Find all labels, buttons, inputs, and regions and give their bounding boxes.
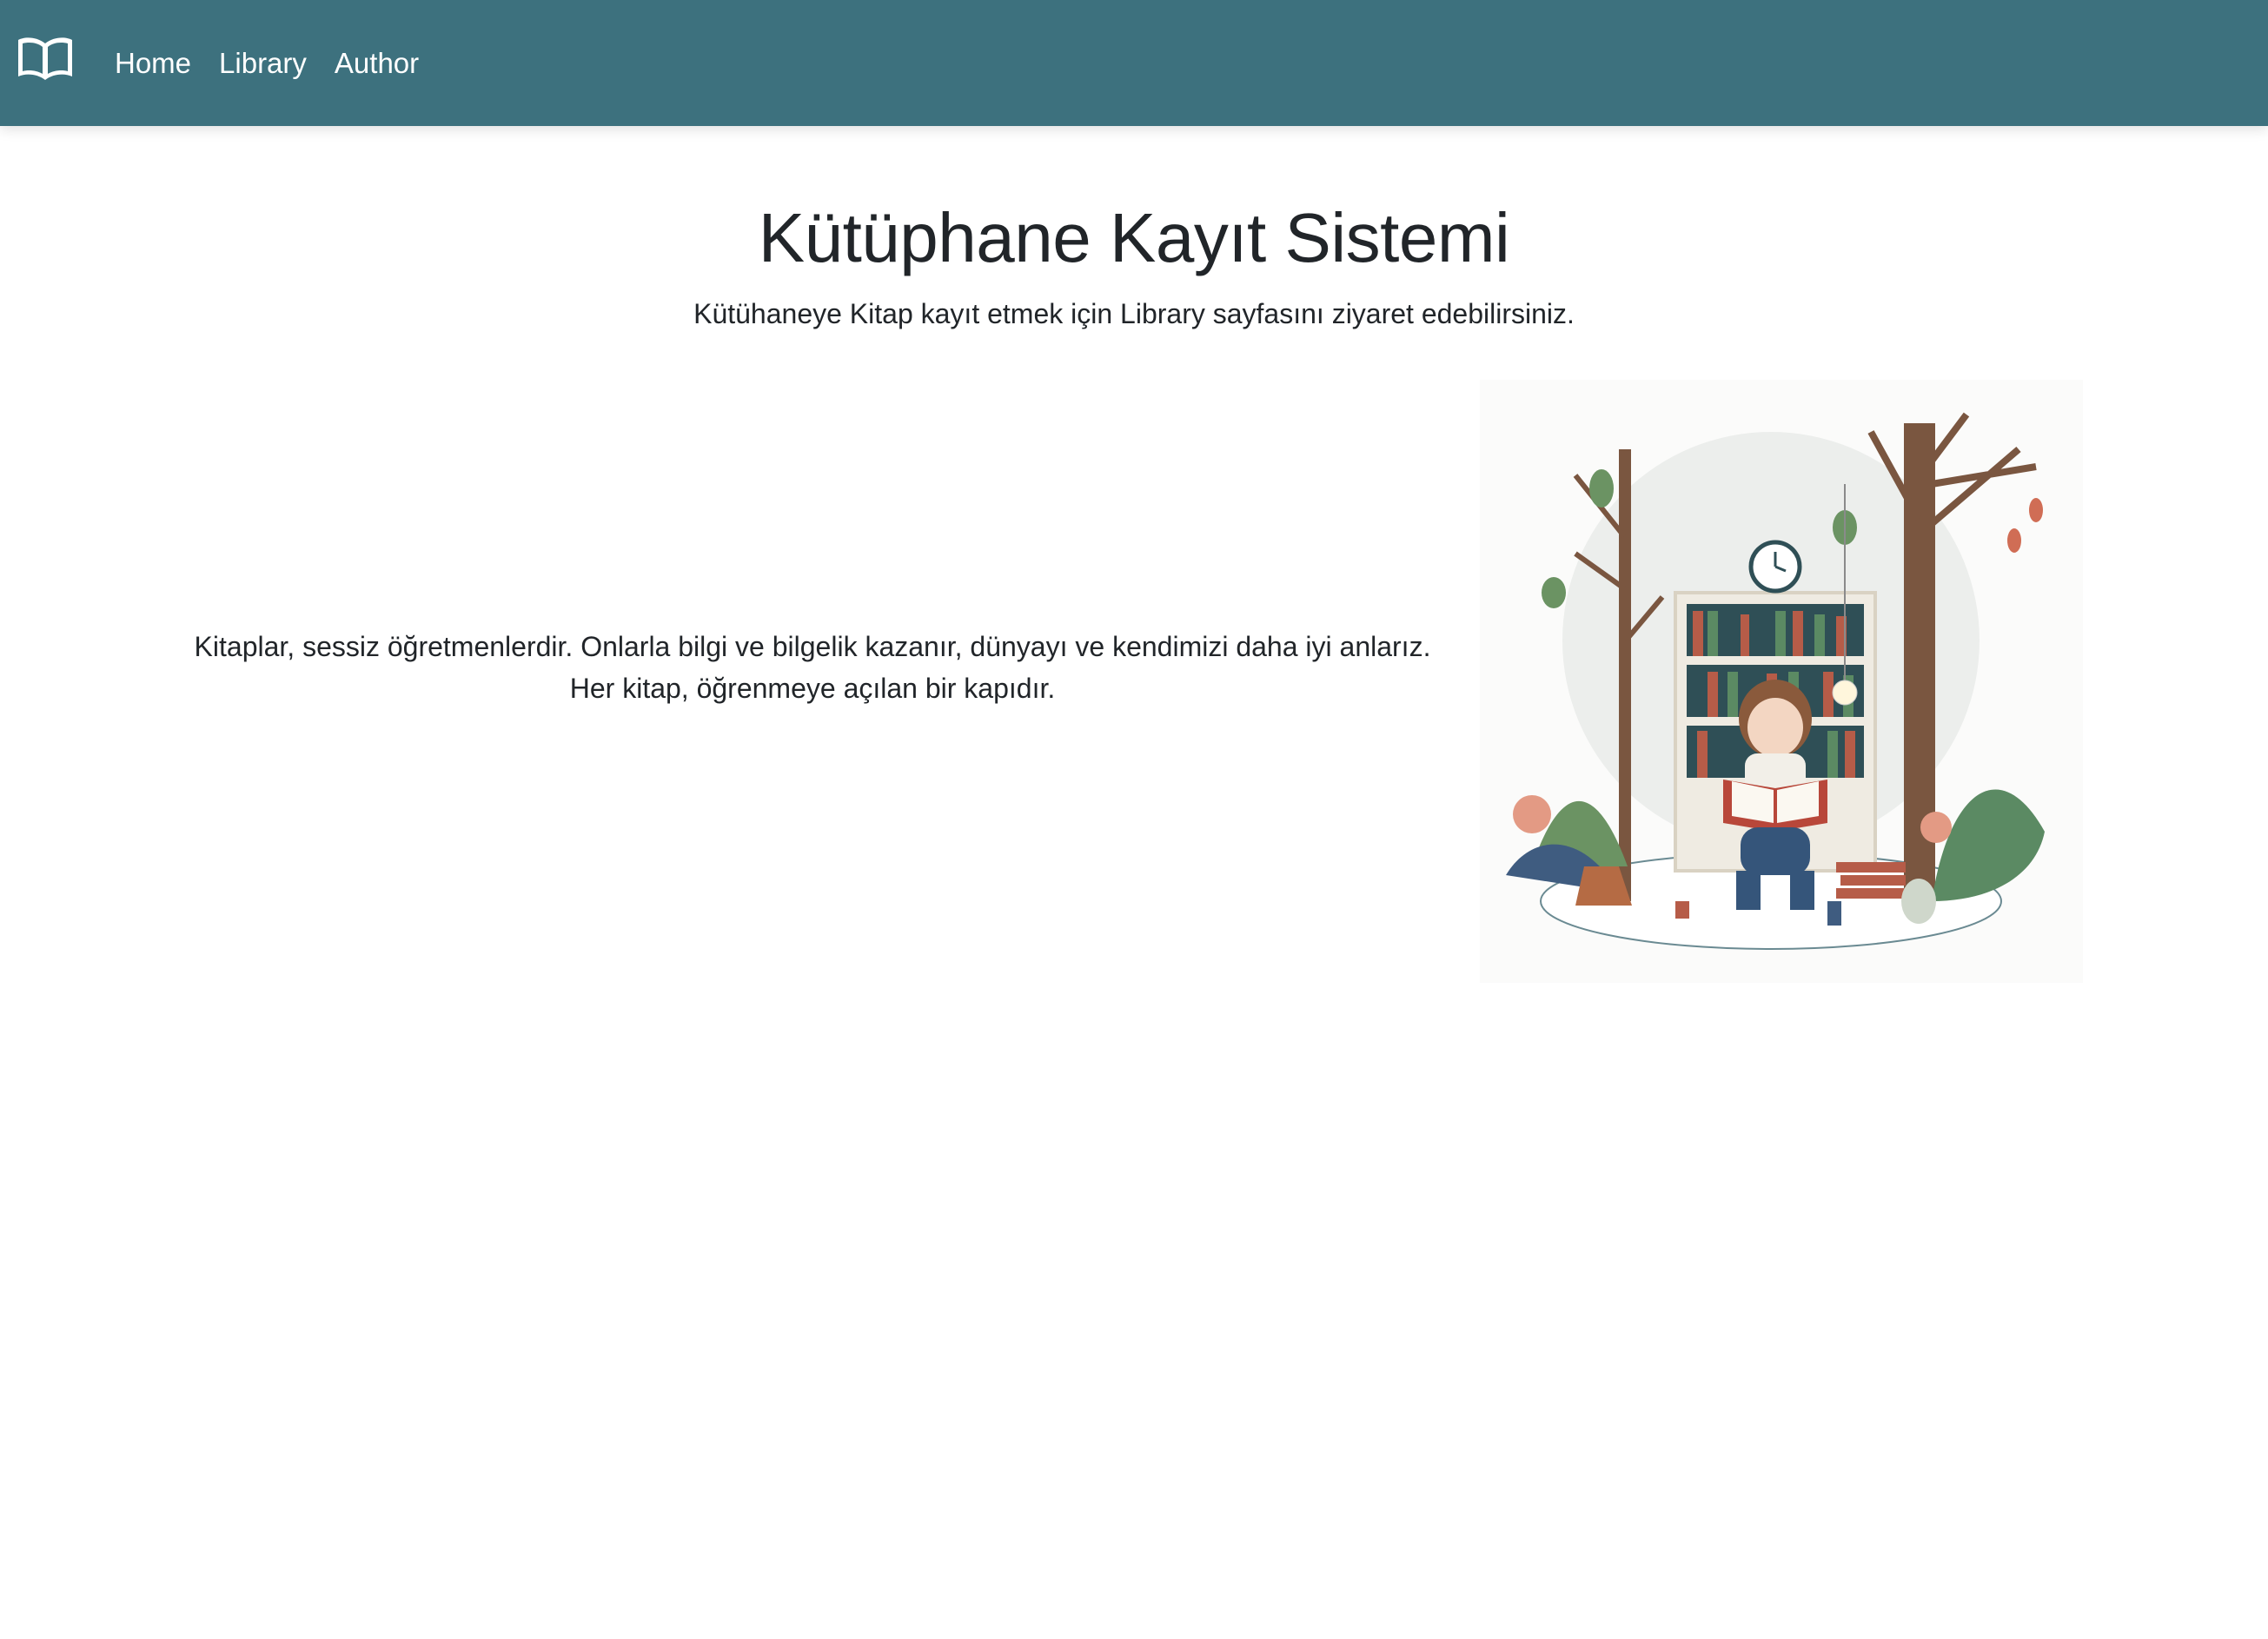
page-subtitle: Kütühaneye Kitap kayıt etmek için Librar… [693, 298, 1575, 329]
top-navbar: Home Library Author [0, 0, 2268, 126]
page-title: Kütüphane Kayıt Sistemi [758, 199, 1510, 276]
nav-link-home[interactable]: Home [115, 47, 191, 80]
quote-line-1: Kitaplar, sessiz öğretmenlerdir. Onlarla… [194, 631, 1431, 662]
nav-link-author[interactable]: Author [335, 47, 419, 80]
quote-text: Kitaplar, sessiz öğretmenlerdir. Onlarla… [156, 626, 1469, 709]
library-illustration [1480, 380, 2083, 983]
nav-links: Home Library Author [115, 0, 447, 126]
quote-line-2: Her kitap, öğrenmeye açılan bir kapıdır. [569, 673, 1056, 704]
open-book-icon[interactable] [16, 35, 75, 83]
nav-link-library[interactable]: Library [219, 47, 307, 80]
